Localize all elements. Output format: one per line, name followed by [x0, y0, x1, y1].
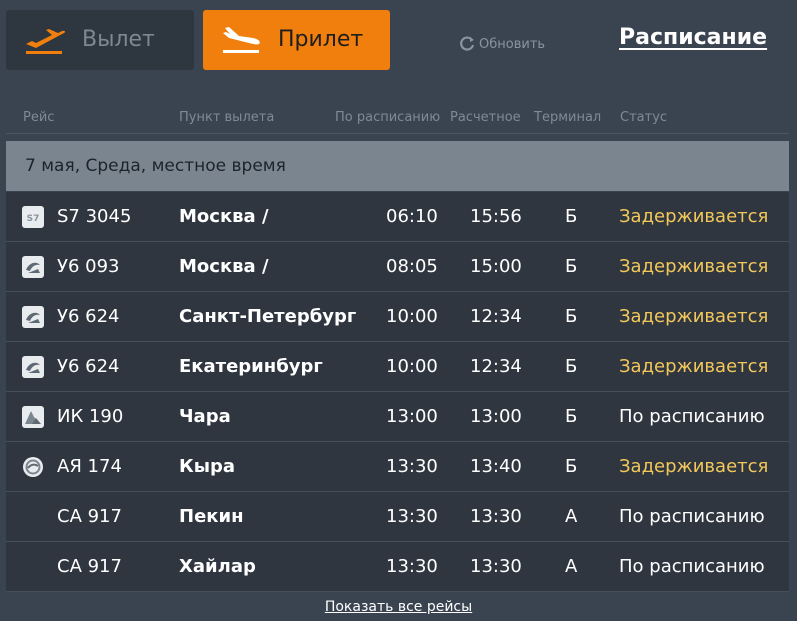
- terminal: Б: [565, 406, 578, 427]
- origin-city: Москва /: [179, 256, 269, 277]
- flight-status: Задерживается: [619, 356, 769, 377]
- flight-status: По расписанию: [619, 406, 765, 427]
- top-bar: Вылет Прилет Обновить Расписание: [0, 0, 797, 84]
- terminal: Б: [565, 256, 578, 277]
- origin-city: Чара: [179, 406, 231, 427]
- scheduled-time: 13:00: [386, 406, 438, 427]
- table-row[interactable]: ИК 190 Чара 13:00 13:00 Б По расписанию: [6, 392, 789, 442]
- terminal: Б: [565, 306, 578, 327]
- aya-airline-logo-icon: [22, 456, 44, 478]
- plane-landing-icon: [223, 27, 260, 53]
- estimated-time: 13:30: [470, 556, 522, 577]
- flight-status: Задерживается: [619, 306, 769, 327]
- tab-arrival-label: Прилет: [278, 27, 364, 52]
- refresh-button[interactable]: Обновить: [458, 34, 545, 54]
- ural-airlines-logo-icon: [22, 356, 44, 378]
- flight-number: У6 093: [57, 256, 120, 277]
- scheduled-time: 08:05: [386, 256, 438, 277]
- scheduled-time: 06:10: [386, 206, 438, 227]
- terminal: Б: [565, 206, 578, 227]
- origin-city: Москва /: [179, 206, 269, 227]
- tab-departure-label: Вылет: [82, 27, 155, 52]
- ural-airlines-logo-icon: [22, 256, 44, 278]
- origin-city: Екатеринбург: [179, 356, 323, 377]
- estimated-time: 15:56: [470, 206, 522, 227]
- header-scheduled: По расписанию: [335, 110, 441, 125]
- flight-number: АЯ 174: [57, 456, 122, 477]
- flight-status: Задерживается: [619, 206, 769, 227]
- scheduled-time: 10:00: [386, 356, 438, 377]
- flight-number: CA 917: [57, 506, 122, 527]
- estimated-time: 13:30: [470, 506, 522, 527]
- origin-city: Хайлар: [179, 556, 256, 577]
- table-row[interactable]: АЯ 174 Кыра 13:30 13:40 Б Задерживается: [6, 442, 789, 492]
- flight-number: У6 624: [57, 356, 120, 377]
- scheduled-time: 13:30: [386, 506, 438, 527]
- estimated-time: 13:00: [470, 406, 522, 427]
- estimated-time: 13:40: [470, 456, 522, 477]
- origin-city: Санкт-Петербург: [179, 306, 357, 327]
- ik-airline-logo-icon: [22, 406, 44, 428]
- schedule-link[interactable]: Расписание: [619, 25, 767, 50]
- origin-city: Кыра: [179, 456, 236, 477]
- scheduled-time: 13:30: [386, 556, 438, 577]
- flight-status: Задерживается: [619, 256, 769, 277]
- terminal: Б: [565, 456, 578, 477]
- table-row[interactable]: CA 917 Пекин 13:30 13:30 А По расписанию: [6, 492, 789, 542]
- refresh-icon: [460, 36, 475, 51]
- header-status: Статус: [620, 110, 668, 125]
- flight-status: По расписанию: [619, 556, 765, 577]
- flight-number: CA 917: [57, 556, 122, 577]
- estimated-time: 15:00: [470, 256, 522, 277]
- plane-takeoff-icon: [26, 29, 66, 54]
- table-row[interactable]: CA 917 Хайлар 13:30 13:30 А По расписани…: [6, 542, 789, 592]
- header-flight: Рейс: [23, 110, 55, 125]
- estimated-time: 12:34: [470, 356, 522, 377]
- terminal: А: [565, 506, 578, 527]
- table-row[interactable]: S7 S7 3045 Москва / 06:10 15:56 Б Задерж…: [6, 192, 789, 242]
- s7-logo-icon: S7: [22, 206, 44, 228]
- flight-number: ИК 190: [57, 406, 124, 427]
- table-header: Рейс Пункт вылета По расписанию Расчетно…: [6, 100, 789, 134]
- flight-status: Задерживается: [619, 456, 769, 477]
- flight-status: По расписанию: [619, 506, 765, 527]
- table-row[interactable]: У6 624 Екатеринбург 10:00 12:34 Б Задерж…: [6, 342, 789, 392]
- table-row[interactable]: У6 093 Москва / 08:05 15:00 Б Задерживае…: [6, 242, 789, 292]
- tab-departure[interactable]: Вылет: [6, 10, 194, 70]
- date-bar: 7 мая, Среда, местное время: [6, 141, 789, 191]
- header-terminal: Терминал: [534, 110, 602, 125]
- tab-arrival[interactable]: Прилет: [203, 10, 390, 70]
- scheduled-time: 13:30: [386, 456, 438, 477]
- table-row[interactable]: У6 624 Санкт-Петербург 10:00 12:34 Б Зад…: [6, 292, 789, 342]
- flight-number: S7 3045: [57, 206, 132, 227]
- show-all-flights-link[interactable]: Показать все рейсы: [0, 599, 797, 615]
- flights-table: S7 S7 3045 Москва / 06:10 15:56 Б Задерж…: [6, 192, 789, 592]
- header-estimated: Расчетное: [450, 110, 521, 125]
- scheduled-time: 10:00: [386, 306, 438, 327]
- refresh-label: Обновить: [479, 36, 546, 52]
- estimated-time: 12:34: [470, 306, 522, 327]
- flight-number: У6 624: [57, 306, 120, 327]
- svg-text:S7: S7: [27, 214, 40, 224]
- terminal: А: [565, 556, 578, 577]
- ural-airlines-logo-icon: [22, 306, 44, 328]
- terminal: Б: [565, 356, 578, 377]
- origin-city: Пекин: [179, 506, 244, 527]
- header-origin: Пункт вылета: [179, 110, 275, 125]
